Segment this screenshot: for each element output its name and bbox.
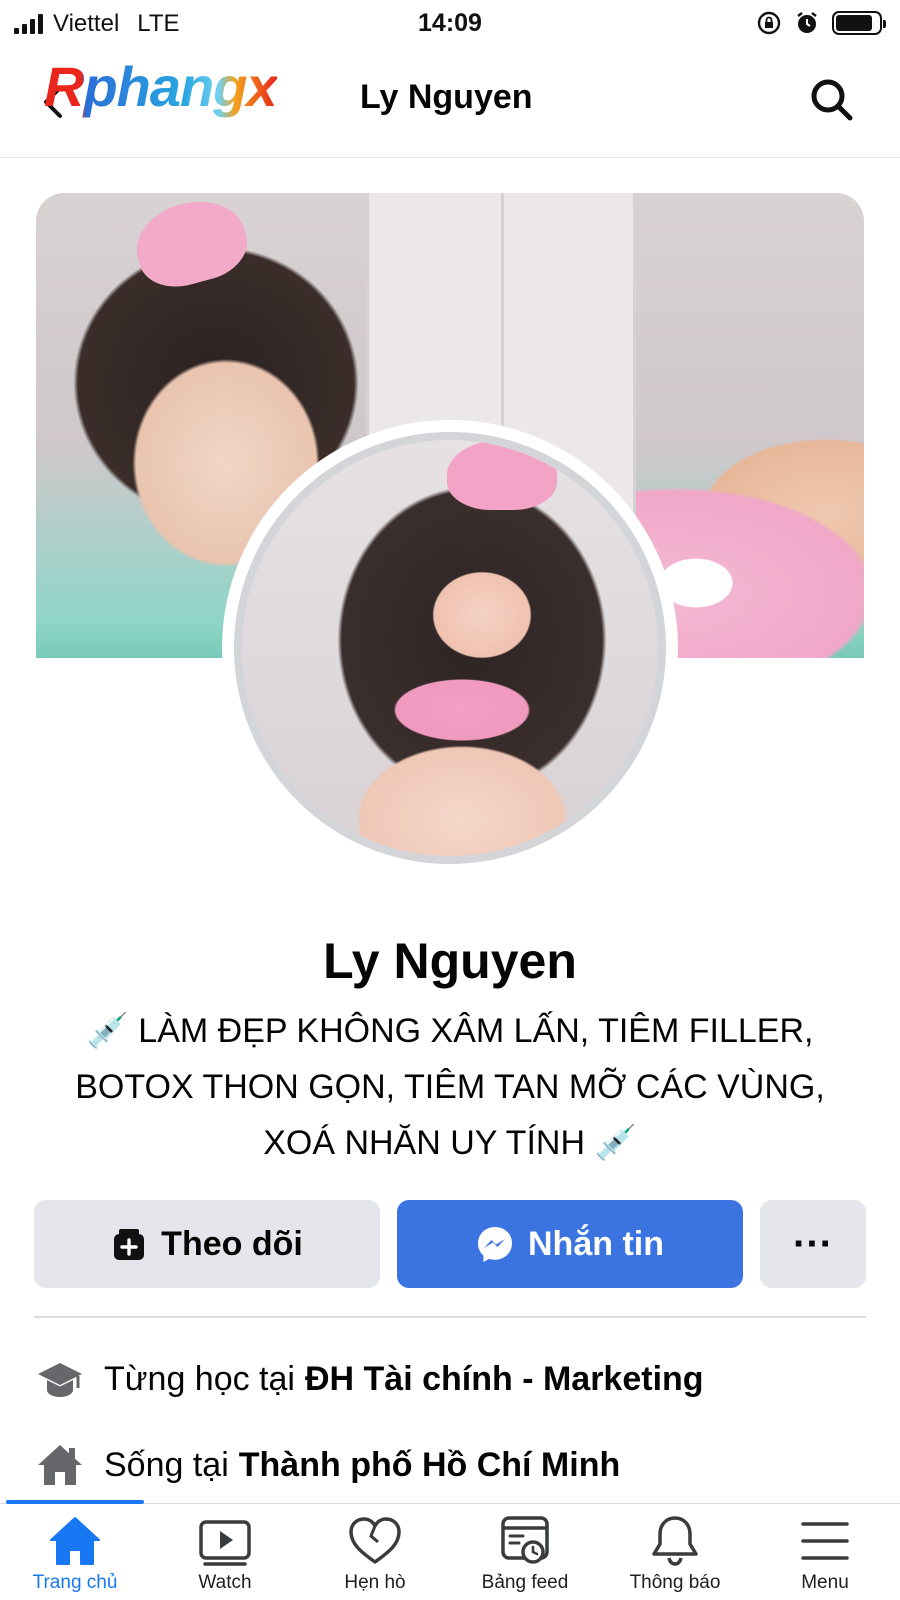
education-link[interactable]: ĐH Tài chính - Marketing — [305, 1360, 704, 1399]
nav-label-watch: Watch — [198, 1572, 252, 1593]
feed-icon — [501, 1516, 549, 1564]
avatar-ring — [222, 420, 678, 876]
rotation-lock-icon — [757, 11, 781, 35]
section-divider — [34, 1316, 866, 1318]
profile-actions: Theo dõi Nhắn tin ··· — [34, 1200, 866, 1288]
detail-home: Sống tại Thành phố Hồ Chí Minh — [34, 1430, 620, 1500]
battery-icon — [832, 11, 886, 35]
nav-item-menu[interactable]: Menu — [750, 1514, 900, 1594]
education-prefix: Từng học tại — [104, 1359, 295, 1398]
message-button[interactable]: Nhắn tin — [397, 1200, 743, 1288]
profile-avatar[interactable] — [234, 432, 666, 864]
home-link[interactable]: Thành phố Hồ Chí Minh — [239, 1446, 620, 1485]
bio-line: 💉 LÀM ĐẸP KHÔNG XÂM LẤN, TIÊM FILLER, — [86, 1012, 814, 1050]
house-icon — [38, 1445, 82, 1485]
follow-label: Theo dõi — [161, 1224, 303, 1263]
status-right — [756, 10, 886, 36]
more-options-button[interactable]: ··· — [760, 1200, 866, 1288]
home-icon — [50, 1517, 100, 1565]
bio-line: XOÁ NHĂN UY TÍNH 💉 — [263, 1124, 637, 1162]
follow-button[interactable]: Theo dõi — [34, 1200, 380, 1288]
avatar-bunny-ears — [447, 440, 557, 510]
cover-bunny-ears — [127, 193, 255, 296]
nav-item-notifications[interactable]: Thông báo — [600, 1514, 750, 1594]
home-prefix: Sống tại — [104, 1445, 229, 1484]
nav-label-feed: Bảng feed — [481, 1572, 569, 1593]
active-tab-indicator — [6, 1500, 144, 1504]
follow-icon — [114, 1229, 145, 1260]
nav-label-notifications: Thông báo — [629, 1572, 721, 1593]
graduation-cap-icon — [38, 1363, 82, 1397]
menu-icon — [801, 1522, 849, 1560]
bio-line: BOTOX THON GỌN, TIÊM TAN MỠ CÁC VÙNG, — [75, 1068, 825, 1106]
profile-bio: 💉 LÀM ĐẸP KHÔNG XÂM LẤN, TIÊM FILLER, BO… — [40, 1003, 860, 1171]
detail-education: Từng học tại ĐH Tài chính - Marketing — [34, 1344, 704, 1414]
nav-label-home: Trang chủ — [32, 1572, 118, 1593]
search-icon[interactable] — [808, 76, 856, 124]
bell-icon — [652, 1516, 698, 1566]
alarm-icon — [797, 12, 817, 33]
header: Rphangx Ly Nguyen — [0, 46, 900, 158]
nav-item-feed[interactable]: Bảng feed — [450, 1514, 600, 1594]
page-title: Ly Nguyen — [360, 78, 533, 116]
more-icon: ··· — [793, 1221, 833, 1266]
nav-item-dating[interactable]: Hẹn hò — [300, 1514, 450, 1594]
profile-name: Ly Nguyen — [323, 933, 577, 989]
heart-icon — [349, 1517, 401, 1564]
messenger-icon — [478, 1227, 512, 1262]
message-label: Nhắn tin — [528, 1224, 664, 1263]
watermark-logo: Rphangx — [44, 55, 278, 118]
nav-label-menu: Menu — [801, 1572, 849, 1593]
nav-label-dating: Hẹn hò — [344, 1572, 406, 1593]
watch-icon — [199, 1520, 251, 1566]
battery-fill — [836, 15, 872, 31]
bottom-nav: Trang chủ Watch Hẹn hò Bảng feed Thông b… — [0, 1500, 900, 1600]
nav-item-watch[interactable]: Watch — [150, 1514, 300, 1594]
nav-item-home[interactable]: Trang chủ — [0, 1514, 150, 1594]
status-bar: Viettel LTE 14:09 — [0, 0, 900, 46]
